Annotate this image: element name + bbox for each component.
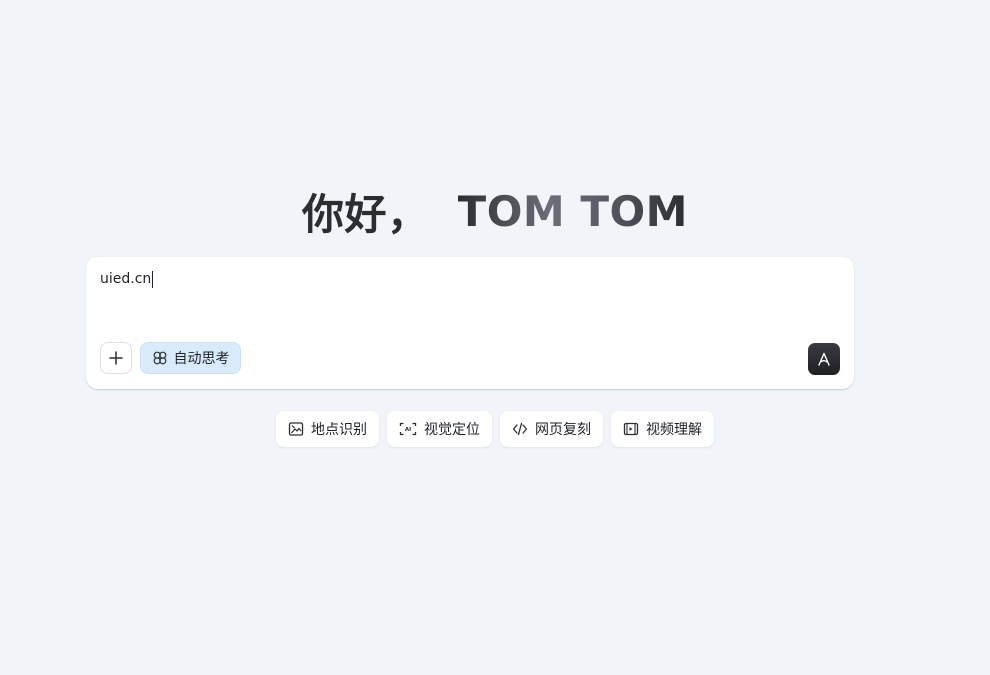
video-icon <box>623 422 639 436</box>
quick-action-visual-grounding[interactable]: AI 视觉定位 <box>387 411 492 447</box>
chat-composer: uied.cn 自动思考 <box>86 257 854 389</box>
auto-think-toggle[interactable]: 自动思考 <box>140 342 241 374</box>
add-attachment-button[interactable] <box>100 342 132 374</box>
chat-input-value: uied.cn <box>100 271 152 287</box>
quick-action-label: 视觉定位 <box>424 422 480 438</box>
greeting-heading: 你好， TOM TOM <box>0 183 990 239</box>
code-icon <box>512 422 528 436</box>
chat-input[interactable]: uied.cn <box>100 270 154 288</box>
quick-action-webpage-clone[interactable]: 网页复刻 <box>500 411 603 447</box>
scan-ai-icon: AI <box>399 422 417 436</box>
image-location-icon <box>288 422 304 436</box>
quick-action-label: 视频理解 <box>646 422 702 438</box>
page: 你好， TOM TOM uied.cn 自动思考 地点识别 AI 视觉定位 网页… <box>0 0 990 675</box>
quick-action-location[interactable]: 地点识别 <box>276 411 379 447</box>
plus-icon <box>109 351 123 365</box>
send-logo-icon <box>818 352 830 366</box>
greeting-username: TOM TOM <box>457 186 688 236</box>
auto-think-label: 自动思考 <box>173 351 230 367</box>
text-caret <box>152 270 154 288</box>
quick-action-label: 网页复刻 <box>535 422 591 438</box>
flower-icon <box>153 351 166 365</box>
quick-actions: 地点识别 AI 视觉定位 网页复刻 视频理解 <box>0 411 990 447</box>
send-button[interactable] <box>808 343 840 375</box>
quick-action-label: 地点识别 <box>311 422 367 438</box>
svg-text:AI: AI <box>405 427 411 433</box>
quick-action-video-understanding[interactable]: 视频理解 <box>611 411 714 447</box>
greeting-hello: 你好， <box>302 189 430 239</box>
